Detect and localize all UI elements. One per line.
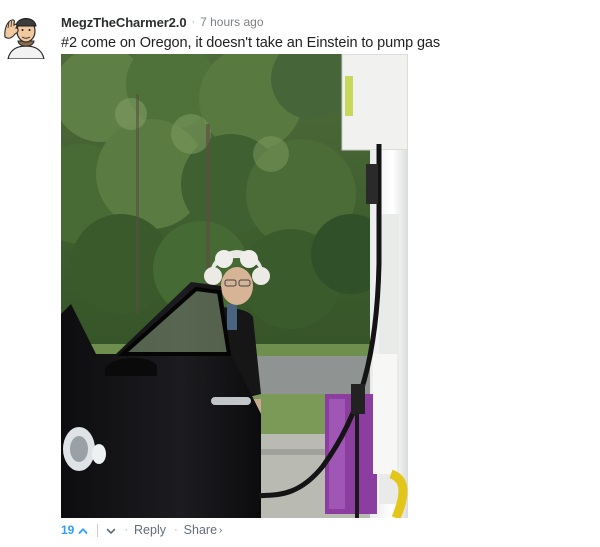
chevron-down-icon[interactable] <box>106 525 116 535</box>
user-avatar[interactable] <box>2 11 48 59</box>
chevron-up-icon[interactable] <box>78 525 88 535</box>
header-separator: · <box>191 16 196 28</box>
share-button[interactable]: Share <box>184 523 217 537</box>
username-link[interactable]: MegzTheCharmer2.0 <box>61 15 187 30</box>
timestamp-link[interactable]: 7 hours ago <box>200 15 263 29</box>
vote-divider <box>97 523 99 537</box>
footer-separator: · <box>174 524 178 536</box>
attached-photo[interactable] <box>61 54 408 518</box>
reply-button[interactable]: Reply <box>134 523 166 537</box>
footer-separator: · <box>124 524 129 536</box>
photo-scene <box>61 54 408 518</box>
comment-header: MegzTheCharmer2.0 · 7 hours ago <box>61 12 264 32</box>
share-caret-icon: › <box>219 524 223 536</box>
comment-footer: 19 · Reply · Share › <box>61 520 222 540</box>
comment: MegzTheCharmer2.0 · 7 hours ago #2 come … <box>0 0 600 547</box>
comment-text: #2 come on Oregon, it doesn't take an Ei… <box>61 35 441 51</box>
vote-count: 19 <box>61 523 75 537</box>
cartoon-avatar-icon <box>2 11 48 59</box>
